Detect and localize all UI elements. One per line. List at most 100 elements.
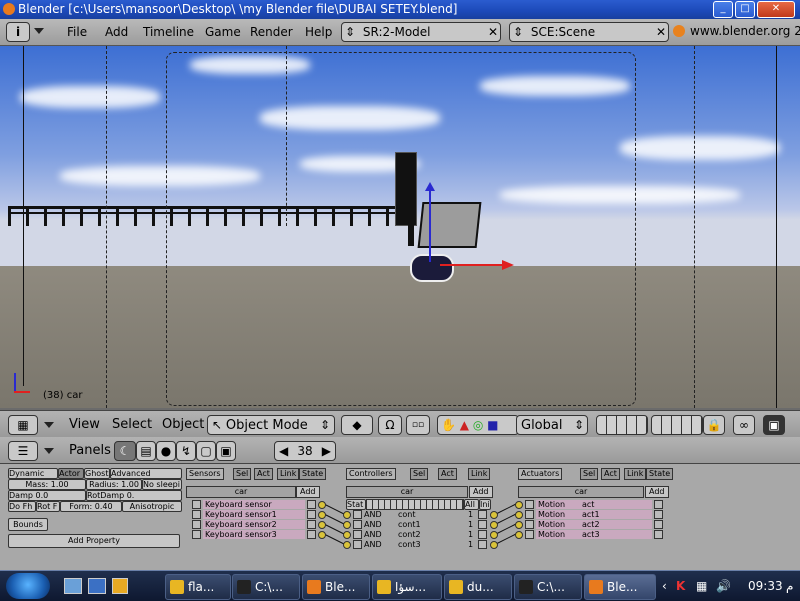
close-button[interactable]: ✕ <box>757 1 795 18</box>
hand-icon[interactable]: ✋ <box>438 418 456 432</box>
tray-expand-icon[interactable]: ‹ <box>662 579 667 593</box>
sensor-row[interactable]: Keyboard sensor1 <box>203 510 305 519</box>
controller-in-socket[interactable] <box>343 521 351 529</box>
actuator-expand-icon[interactable] <box>654 530 663 539</box>
render-icon[interactable]: ▣ <box>763 415 785 435</box>
actuator-name[interactable]: act <box>580 500 652 509</box>
collapse-header-icon[interactable] <box>44 448 54 454</box>
controller-in-socket[interactable] <box>343 531 351 539</box>
sensor-link-socket[interactable] <box>318 521 326 529</box>
sensor-delete-icon[interactable] <box>192 520 201 529</box>
window-titlebar[interactable]: Blender [c:\Users\mansoor\Desktop\ \my B… <box>0 0 800 19</box>
sensor-row[interactable]: Keyboard sensor3 <box>203 530 305 539</box>
actuator-type[interactable]: Motion <box>536 510 580 519</box>
sensor-delete-icon[interactable] <box>192 500 201 509</box>
menu-game[interactable]: Game <box>205 25 241 39</box>
antivirus-icon[interactable]: K <box>676 579 685 593</box>
actuator-in-socket[interactable] <box>515 531 523 539</box>
blender-link[interactable]: www.blender.org 2 <box>690 24 800 38</box>
frame-increment-icon[interactable]: ▶ <box>322 442 331 460</box>
actuator-in-socket[interactable] <box>515 501 523 509</box>
actuator-type[interactable]: Motion <box>536 500 580 509</box>
minimize-button[interactable]: _ <box>713 1 733 18</box>
sensor-row[interactable]: Keyboard sensor2 <box>203 520 305 529</box>
actuator-name[interactable]: act3 <box>580 530 652 539</box>
clock-time[interactable]: 09:33 <box>748 579 783 593</box>
sensor-expand-icon[interactable] <box>307 530 316 539</box>
menu-object[interactable]: Object <box>162 417 204 432</box>
controller-name[interactable]: cont3 <box>398 540 458 549</box>
controller-name[interactable]: cont2 <box>398 530 458 539</box>
controller-name[interactable]: cont <box>398 510 458 519</box>
editor-type-icon[interactable]: ▦ <box>8 415 38 435</box>
controller-expand-icon[interactable] <box>478 530 487 539</box>
sensor-link-socket[interactable] <box>318 511 326 519</box>
controller-state[interactable]: 1 <box>468 540 476 549</box>
scale-icon[interactable]: ■ <box>487 418 498 432</box>
frame-decrement-icon[interactable]: ◀ <box>279 442 288 460</box>
volume-icon[interactable]: 🔊 <box>716 579 731 593</box>
controller-expand-icon[interactable] <box>478 520 487 529</box>
translate-icon[interactable]: ▲ <box>460 418 469 432</box>
menu-timeline[interactable]: Timeline <box>143 25 194 39</box>
controller-type[interactable]: AND <box>364 510 394 519</box>
actuator-delete-icon[interactable] <box>525 510 534 519</box>
menu-help[interactable]: Help <box>305 25 332 39</box>
layer-buttons-1[interactable] <box>596 415 648 435</box>
scene-context-icon[interactable]: ▣ <box>216 441 236 461</box>
network-icon[interactable]: ▦ <box>696 579 707 593</box>
scene-selector[interactable]: ⇕ SCE:Scene ✕ <box>509 22 669 42</box>
actuator-expand-icon[interactable] <box>654 500 663 509</box>
lock-icon[interactable]: 🔒 <box>703 415 725 435</box>
controller-type[interactable]: AND <box>364 540 394 549</box>
controller-state[interactable]: 1 <box>468 530 476 539</box>
actuator-expand-icon[interactable] <box>654 520 663 529</box>
controller-delete-icon[interactable] <box>353 520 362 529</box>
manipulator-toggles[interactable]: ✋ ▲ ◎ ■ <box>437 415 519 435</box>
actuator-delete-icon[interactable] <box>525 520 534 529</box>
object-context-icon[interactable]: ↯ <box>176 441 196 461</box>
controller-delete-icon[interactable] <box>353 540 362 549</box>
collapse-menu-icon[interactable] <box>34 28 44 34</box>
controller-type[interactable]: AND <box>364 520 394 529</box>
orientation-selector[interactable]: Global ⇕ <box>516 415 588 435</box>
switch-windows-icon[interactable] <box>88 578 106 594</box>
controller-out-socket[interactable] <box>490 521 498 529</box>
controller-delete-icon[interactable] <box>353 530 362 539</box>
taskbar-button[interactable]: Ble... <box>584 574 656 600</box>
sensor-row[interactable]: Keyboard sensor <box>203 500 305 509</box>
shading-selector[interactable]: ◆ <box>341 415 373 435</box>
script-context-icon[interactable]: ▤ <box>136 441 156 461</box>
show-desktop-icon[interactable] <box>64 578 82 594</box>
actuator-name[interactable]: act2 <box>580 520 652 529</box>
screen-selector[interactable]: ⇕ SR:2-Model ✕ <box>341 22 501 42</box>
logic-context-icon[interactable]: ☾ <box>114 441 136 461</box>
sensor-delete-icon[interactable] <box>192 510 201 519</box>
sensor-link-socket[interactable] <box>318 501 326 509</box>
collapse-header-icon[interactable] <box>44 422 54 428</box>
actuator-delete-icon[interactable] <box>525 500 534 509</box>
sensor-link-socket[interactable] <box>318 531 326 539</box>
close-scene-icon[interactable]: ✕ <box>656 23 666 41</box>
controller-in-socket[interactable] <box>343 541 351 549</box>
sensor-expand-icon[interactable] <box>307 520 316 529</box>
menu-select[interactable]: Select <box>112 417 152 432</box>
sensor-expand-icon[interactable] <box>307 500 316 509</box>
frame-field[interactable]: ◀ 38 ▶ <box>274 441 336 461</box>
menu-add[interactable]: Add <box>105 25 128 39</box>
sensor-delete-icon[interactable] <box>192 530 201 539</box>
actuator-type[interactable]: Motion <box>536 520 580 529</box>
controller-expand-icon[interactable] <box>478 540 487 549</box>
controller-out-socket[interactable] <box>490 531 498 539</box>
3d-viewport[interactable]: (38) car <box>0 46 800 408</box>
taskbar-button[interactable]: سؤا... <box>372 574 442 600</box>
actuator-in-socket[interactable] <box>515 511 523 519</box>
menu-view[interactable]: View <box>69 417 100 432</box>
controller-type[interactable]: AND <box>364 530 394 539</box>
controller-out-socket[interactable] <box>490 541 498 549</box>
controller-expand-icon[interactable] <box>478 510 487 519</box>
maximize-button[interactable]: □ <box>735 1 755 18</box>
menu-render[interactable]: Render <box>250 25 293 39</box>
actuator-type[interactable]: Motion <box>536 530 580 539</box>
actuator-expand-icon[interactable] <box>654 510 663 519</box>
